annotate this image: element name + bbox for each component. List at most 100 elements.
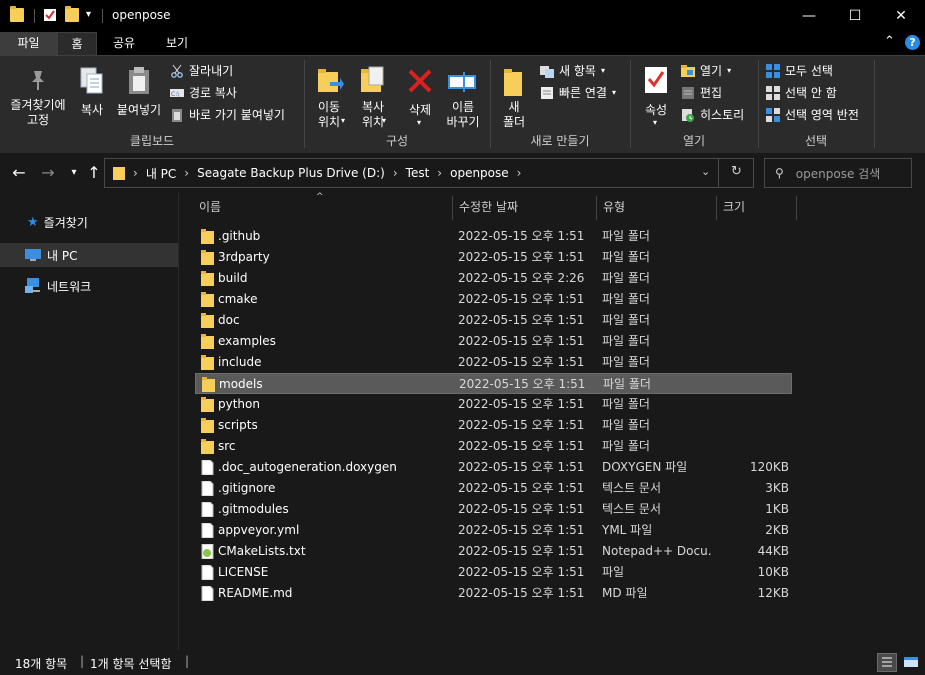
delete-button[interactable]: 삭제 ▾ xyxy=(400,60,440,130)
up-arrow-icon[interactable]: ↑ xyxy=(83,158,105,186)
dropdown-icon: ▾ xyxy=(341,116,346,125)
file-size: 3KB xyxy=(765,481,789,495)
file-type: 파일 폴더 xyxy=(602,250,650,264)
paste-shortcut-button[interactable]: 바로 가기 붙여넣기 xyxy=(170,106,285,123)
column-divider[interactable] xyxy=(716,196,717,220)
new-item-label: 새 항목 xyxy=(559,64,596,78)
file-row[interactable]: .gitmodules 2022-05-15 오후 1:51 텍스트 문서 1KB xyxy=(195,499,792,520)
address-bar[interactable]: › 내 PC › Seagate Backup Plus Drive (D:) … xyxy=(104,158,754,188)
column-divider[interactable] xyxy=(452,196,453,220)
new-folder-quick-icon[interactable] xyxy=(65,6,79,22)
column-divider[interactable] xyxy=(596,196,597,220)
recent-locations-chevron-icon[interactable]: ▾ xyxy=(63,158,85,186)
file-icon xyxy=(201,459,214,476)
tab-view[interactable]: 보기 xyxy=(153,32,201,55)
file-row[interactable]: .doc_autogeneration.doxygen 2022-05-15 오후… xyxy=(195,457,792,478)
file-date: 2022-05-15 오후 1:51 xyxy=(458,397,585,411)
file-row[interactable]: LICENSE 2022-05-15 오후 1:51 파일 10KB xyxy=(195,562,792,583)
dropdown-icon: ▾ xyxy=(653,118,658,127)
column-divider[interactable] xyxy=(796,196,797,220)
minimize-button[interactable]: — xyxy=(786,0,832,32)
column-date-header[interactable]: 수정한 날짜 xyxy=(459,194,594,220)
file-type: DOXYGEN 파일 xyxy=(602,460,688,474)
nav-network-label: 네트워크 xyxy=(47,279,92,294)
file-row[interactable]: build 2022-05-15 오후 2:26 파일 폴더 xyxy=(195,268,792,289)
new-folder-button[interactable]: 새 폴더 xyxy=(494,60,534,130)
maximize-button[interactable]: ☐ xyxy=(832,0,878,32)
quick-access-dropdown-icon[interactable]: ▾ xyxy=(86,9,91,20)
copy-button[interactable]: 복사 xyxy=(74,60,110,130)
file-type: 파일 폴더 xyxy=(602,229,650,243)
file-row[interactable]: cmake 2022-05-15 오후 1:51 파일 폴더 xyxy=(195,289,792,310)
column-name-header[interactable]: 이름 xyxy=(199,194,452,220)
file-row[interactable]: .gitignore 2022-05-15 오후 1:51 텍스트 문서 3KB xyxy=(195,478,792,499)
close-button[interactable]: ✕ xyxy=(878,0,924,32)
tab-file[interactable]: 파일 xyxy=(0,32,57,55)
file-row[interactable]: README.md 2022-05-15 오후 1:51 MD 파일 12KB xyxy=(195,583,792,604)
breadcrumb-this-pc[interactable]: 내 PC xyxy=(146,165,176,182)
file-type: 텍스트 문서 xyxy=(602,502,662,516)
open-button[interactable]: 열기 ▾ xyxy=(681,62,731,79)
help-icon[interactable]: ? xyxy=(905,35,920,50)
move-to-button[interactable]: 이동 위치 ▾ xyxy=(308,60,350,130)
breadcrumb-separator-icon[interactable]: › xyxy=(393,166,398,180)
dropdown-icon: ▾ xyxy=(600,66,605,75)
properties-button[interactable]: 속성 ▾ xyxy=(636,60,676,130)
refresh-icon[interactable]: ↻ xyxy=(731,164,742,179)
easy-access-button[interactable]: 빠른 연결 ▾ xyxy=(540,84,616,101)
notepadpp-file-icon xyxy=(201,543,214,560)
tab-share[interactable]: 공유 xyxy=(100,32,148,55)
details-view-button[interactable] xyxy=(877,653,897,672)
new-item-button[interactable]: 새 항목 ▾ xyxy=(540,62,605,79)
address-dropdown-icon[interactable]: ⌄ xyxy=(701,165,710,178)
history-button[interactable]: 히스토리 xyxy=(681,106,744,123)
search-box[interactable]: ⚲ openpose 검색 xyxy=(764,158,912,188)
pane-divider[interactable] xyxy=(178,193,179,650)
file-row[interactable]: include 2022-05-15 오후 1:51 파일 폴더 xyxy=(195,352,792,373)
column-size-header[interactable]: 크기 xyxy=(723,194,793,220)
file-row[interactable]: doc 2022-05-15 오후 1:51 파일 폴더 xyxy=(195,310,792,331)
copy-path-button[interactable]: C:\ 경로 복사 xyxy=(170,84,237,101)
nav-this-pc[interactable]: 내 PC xyxy=(0,243,178,267)
clipboard-group-label: 클립보드 xyxy=(129,134,175,148)
file-row[interactable]: CMakeLists.txt 2022-05-15 오후 1:51 Notepad+… xyxy=(195,541,792,562)
tab-home[interactable]: 홈 xyxy=(57,32,97,55)
computer-icon xyxy=(25,249,41,261)
file-row[interactable]: examples 2022-05-15 오후 1:51 파일 폴더 xyxy=(195,331,792,352)
select-none-button[interactable]: 선택 안 함 xyxy=(766,84,837,101)
breadcrumb-test[interactable]: Test xyxy=(406,166,430,180)
rename-button[interactable]: 이름 바꾸기 xyxy=(442,60,484,130)
breadcrumb-separator-icon[interactable]: › xyxy=(437,166,442,180)
breadcrumb-separator-icon[interactable]: › xyxy=(184,166,189,180)
breadcrumb-drive[interactable]: Seagate Backup Plus Drive (D:) xyxy=(197,166,385,180)
large-icons-view-button[interactable] xyxy=(901,653,921,672)
properties-quick-icon[interactable] xyxy=(43,8,57,22)
file-row[interactable]: appveyor.yml 2022-05-15 오후 1:51 YML 파일 2KB xyxy=(195,520,792,541)
paste-button[interactable]: 붙여넣기 xyxy=(112,60,166,130)
collapse-ribbon-icon[interactable]: ⌃ xyxy=(884,34,895,49)
file-name: examples xyxy=(218,334,276,348)
invert-selection-button[interactable]: 선택 영역 반전 xyxy=(766,106,859,123)
select-all-button[interactable]: 모두 선택 xyxy=(766,62,833,79)
file-row[interactable]: 3rdparty 2022-05-15 오후 1:51 파일 폴더 xyxy=(195,247,792,268)
pin-to-quick-access-button[interactable]: 즐겨찾기에 고정 xyxy=(6,60,70,130)
breadcrumb-openpose[interactable]: openpose xyxy=(450,166,509,180)
file-row[interactable]: python 2022-05-15 오후 1:51 파일 폴더 xyxy=(195,394,792,415)
file-row[interactable]: models 2022-05-15 오후 1:51 파일 폴더 xyxy=(195,373,792,394)
file-row[interactable]: src 2022-05-15 오후 1:51 파일 폴더 xyxy=(195,436,792,457)
cut-button[interactable]: 잘라내기 xyxy=(170,62,233,79)
file-row[interactable]: scripts 2022-05-15 오후 1:51 파일 폴더 xyxy=(195,415,792,436)
column-type-header[interactable]: 유형 xyxy=(603,194,713,220)
new-folder-label: 새 폴더 xyxy=(502,100,526,129)
file-date: 2022-05-15 오후 1:51 xyxy=(459,377,586,391)
file-name: 3rdparty xyxy=(218,250,270,264)
nav-network[interactable]: 네트워크 xyxy=(0,274,178,298)
file-row[interactable]: .github 2022-05-15 오후 1:51 파일 폴더 xyxy=(195,226,792,247)
back-arrow-icon[interactable]: ← xyxy=(8,158,30,186)
breadcrumb-separator-icon[interactable]: › xyxy=(517,166,522,180)
paste-shortcut-icon xyxy=(172,108,182,122)
copy-to-button[interactable]: 복사 위치 ▾ xyxy=(352,60,394,130)
edit-button[interactable]: 편집 xyxy=(681,84,722,101)
forward-arrow-icon[interactable]: → xyxy=(37,158,59,186)
nav-quick-access[interactable]: ★ 즐겨찾기 xyxy=(0,210,178,234)
